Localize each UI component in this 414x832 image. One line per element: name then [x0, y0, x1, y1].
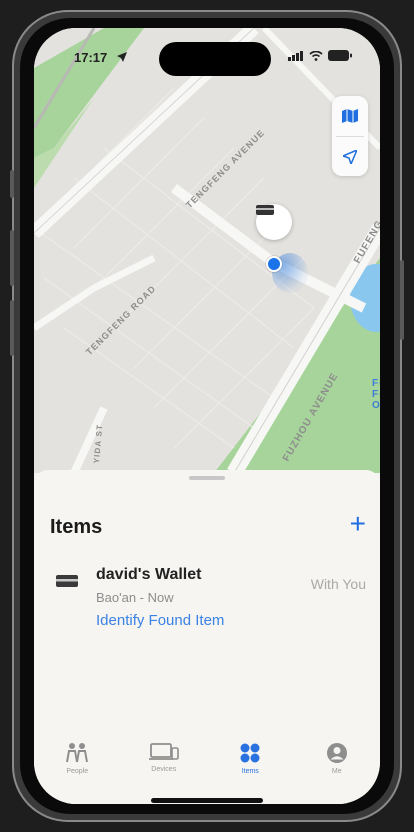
map-icon — [342, 109, 358, 123]
item-status: With You — [310, 576, 366, 592]
battery-icon — [328, 50, 352, 61]
side-button-volume-down — [10, 300, 14, 356]
home-indicator[interactable] — [151, 798, 263, 803]
phone-screen: TENGFENG AVENUE TENGFENG ROAD FUZHOU AVE… — [34, 28, 380, 804]
map-view[interactable]: TENGFENG AVENUE TENGFENG ROAD FUZHOU AVE… — [34, 28, 380, 473]
wallet-icon — [56, 575, 78, 587]
current-location-dot — [266, 256, 282, 272]
tab-people[interactable]: People — [34, 728, 121, 788]
tab-items[interactable]: Items — [207, 728, 294, 788]
location-arrow-icon — [343, 150, 357, 164]
location-arrow-icon — [117, 52, 127, 62]
locate-me-button[interactable] — [332, 137, 368, 177]
side-button-volume-up — [10, 230, 14, 286]
status-icons — [288, 50, 352, 61]
tab-bar: People Devices Items Me — [34, 728, 380, 788]
identify-found-item-link[interactable]: Identify Found Item — [96, 612, 224, 629]
item-name: david's Wallet — [96, 566, 202, 583]
map-controls — [332, 96, 368, 176]
tab-devices[interactable]: Devices — [121, 728, 208, 788]
side-button-power — [400, 260, 404, 340]
tab-me[interactable]: Me — [294, 728, 381, 788]
me-icon — [326, 743, 347, 763]
wifi-icon — [309, 50, 323, 61]
tab-label-items: Items — [241, 768, 259, 775]
wallet-icon — [256, 205, 274, 215]
tab-label-people: People — [66, 768, 89, 775]
people-icon — [66, 743, 89, 763]
item-row-wallet[interactable]: david's Wallet Bao'an - Now With You — [46, 560, 376, 616]
status-bar: 17:17 — [34, 28, 380, 82]
map-mode-button[interactable] — [332, 96, 368, 136]
side-button-action — [10, 170, 14, 198]
dynamic-island — [159, 42, 271, 76]
item-subtitle: Bao'an - Now — [96, 590, 174, 605]
add-item-button[interactable]: + — [350, 510, 366, 538]
status-time: 17:17 — [74, 50, 108, 65]
wallet-map-pin[interactable] — [256, 204, 292, 240]
sheet-grabber[interactable] — [189, 476, 225, 480]
poi-label: Fe Fo O Ti — [372, 378, 380, 411]
tab-label-me: Me — [331, 768, 342, 775]
map-graphics — [34, 28, 380, 473]
cellular-signal-icon — [288, 50, 303, 61]
devices-icon — [148, 743, 179, 760]
sheet-title: Items — [50, 516, 103, 538]
tab-label-devices: Devices — [151, 766, 177, 773]
items-icon — [240, 743, 260, 763]
